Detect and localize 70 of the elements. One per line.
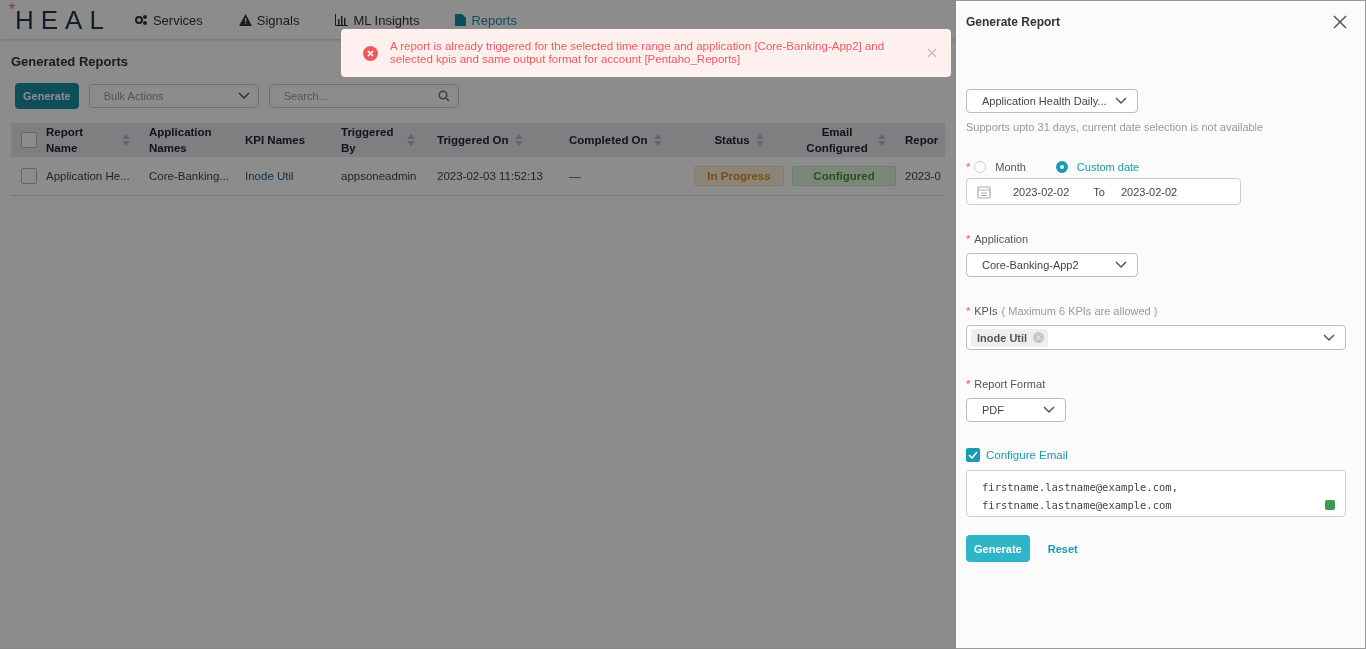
column-header[interactable]: Completed On	[569, 132, 648, 148]
checkbox-label[interactable]: Configure Email	[986, 449, 1068, 461]
status-badge: In Progress	[694, 166, 784, 186]
sort-icon[interactable]	[514, 134, 523, 146]
row-checkbox[interactable]	[21, 168, 37, 184]
required-mark: *	[966, 233, 971, 245]
field-note: ( Maximum 6 KPIs are allowed )	[1001, 305, 1158, 317]
chevron-down-icon	[1323, 333, 1335, 342]
column-header: KPI Names	[245, 133, 306, 148]
column-header[interactable]: Triggered By	[341, 124, 401, 156]
kpi-multiselect[interactable]: Inode Util	[966, 325, 1346, 350]
chevron-down-icon	[1043, 406, 1055, 414]
logo: *HEAL	[9, 4, 111, 36]
email-textarea[interactable]: firstname.lastname@example.com, firstname.lastname@example.com	[966, 470, 1346, 517]
table-cell: 2023-02-03 11:52:13	[437, 170, 543, 182]
panel-title: Generate Report	[966, 15, 1061, 29]
table-cell: appsoneadmin	[341, 170, 417, 182]
generate-button[interactable]: Generate	[966, 535, 1030, 562]
nav-tab[interactable]: Reports	[455, 12, 517, 28]
chevron-down-icon	[1115, 261, 1127, 269]
table-cell: 2023-0	[905, 170, 941, 182]
select-all-checkbox[interactable]	[21, 132, 37, 148]
radio-option[interactable]: Custom date	[1055, 161, 1140, 173]
document-icon	[455, 14, 467, 26]
nav-tab[interactable]: Services	[134, 12, 203, 28]
table-cell: —	[569, 170, 581, 182]
checkbox[interactable]	[966, 448, 980, 462]
field-label: Report Format	[974, 378, 1046, 390]
sort-icon[interactable]	[878, 134, 886, 146]
sort-icon[interactable]	[755, 134, 764, 146]
required-mark: *	[966, 378, 971, 390]
sort-icon[interactable]	[122, 134, 130, 146]
sort-icon[interactable]	[653, 134, 662, 146]
column-header[interactable]: Email Configured	[802, 124, 872, 156]
required-mark: *	[966, 305, 971, 317]
table-cell: Application He...	[46, 170, 130, 182]
page-title: Generated Reports	[11, 54, 129, 69]
column-header[interactable]: Triggered On	[437, 132, 509, 148]
nav-tab[interactable]: ML Insights	[335, 12, 420, 28]
bar-chart-icon	[335, 14, 349, 26]
reset-link[interactable]: Reset	[1047, 542, 1078, 555]
chevron-down-icon	[237, 92, 250, 100]
format-select[interactable]: PDF	[966, 398, 1066, 422]
kpi-tag: Inode Util	[971, 328, 1049, 347]
column-header[interactable]: Status	[714, 132, 750, 148]
error-icon	[363, 45, 378, 61]
date-range-field[interactable]: 2023-02-02 To 2023-02-02	[966, 178, 1241, 205]
application-select[interactable]: Core-Banking-App2	[966, 253, 1138, 277]
email-status-badge: Configured	[792, 166, 896, 186]
column-header: Repor	[905, 133, 939, 148]
field-label: Application	[974, 233, 1029, 245]
sort-icon[interactable]	[407, 134, 415, 146]
remove-icon[interactable]	[1033, 332, 1045, 343]
column-header[interactable]: Report Name	[46, 124, 116, 156]
table-cell: Inode Util	[245, 170, 294, 182]
field-label: KPIs	[974, 305, 998, 317]
chevron-down-icon	[1115, 97, 1127, 105]
toast-message: A report is already triggered for the selected time range and application [Core-Banking-App2] and selected kpis and same output format for account [Pentaho_Reports]	[390, 40, 886, 66]
column-header: Application Names	[149, 125, 213, 156]
search-icon	[437, 90, 450, 102]
close-icon[interactable]	[1333, 15, 1347, 29]
nav-tab[interactable]: Signals	[238, 12, 300, 28]
calendar-icon	[977, 184, 991, 199]
generate-button[interactable]: Generate	[15, 83, 79, 109]
warning-icon	[238, 14, 252, 26]
report-select[interactable]: Application Health Daily...	[966, 89, 1138, 113]
hint-text: Supports upto 31 days, current date selection is not available	[966, 121, 1265, 133]
table-cell: Core-Banking...	[149, 170, 229, 182]
radio-option[interactable]: Month	[974, 161, 1026, 173]
required-mark: *	[966, 161, 971, 173]
